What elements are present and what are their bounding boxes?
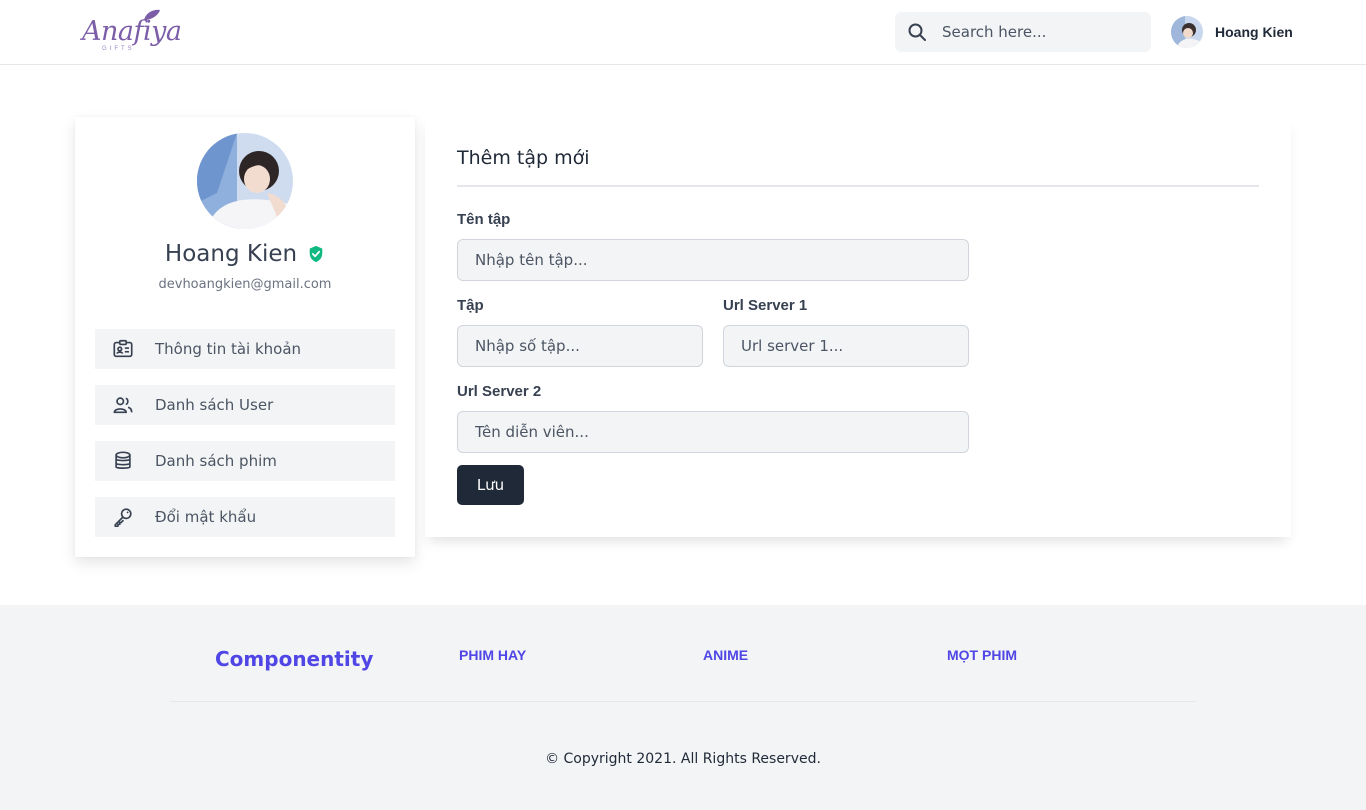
form-divider xyxy=(457,185,1259,187)
footer-divider xyxy=(170,701,1196,702)
profile-name-row: Hoang Kien xyxy=(75,241,415,267)
search-icon xyxy=(908,23,926,41)
menu-item-account-info[interactable]: Thông tin tài khoản xyxy=(95,329,395,369)
url-server-1-label: Url Server 1 xyxy=(723,297,808,314)
user-name: Hoang Kien xyxy=(1215,24,1293,40)
logo-text: Anafiya xyxy=(82,16,182,47)
footer-link-mot-phim[interactable]: MỌT PHIM xyxy=(947,647,1017,663)
profile-name: Hoang Kien xyxy=(164,241,298,267)
search-box[interactable] xyxy=(895,12,1151,52)
form-title: Thêm tập mới xyxy=(457,147,590,169)
user-menu[interactable]: Hoang Kien xyxy=(1171,15,1293,49)
avatar[interactable] xyxy=(1171,16,1203,48)
footer-link-anime[interactable]: ANIME xyxy=(703,647,748,663)
search-input[interactable] xyxy=(935,12,1145,52)
menu-item-change-password[interactable]: Đổi mật khẩu xyxy=(95,497,395,537)
save-button[interactable]: Lưu xyxy=(457,465,524,505)
top-header: Anafiya GIFTS Hoang Kien xyxy=(0,0,1366,65)
users-icon xyxy=(113,397,133,414)
episode-number-input[interactable] xyxy=(457,325,703,367)
menu-label: Thông tin tài khoản xyxy=(155,340,302,358)
footer-link-phim-hay[interactable]: PHIM HAY xyxy=(459,647,526,663)
logo[interactable]: Anafiya GIFTS xyxy=(82,8,182,56)
episode-name-label: Tên tập xyxy=(457,211,511,228)
url-server-2-input[interactable] xyxy=(457,411,969,453)
menu-item-movie-list[interactable]: Danh sách phim xyxy=(95,441,395,481)
menu-item-user-list[interactable]: Danh sách User xyxy=(95,385,395,425)
profile-card: Hoang Kien devhoangkien@gmail.com Thông … xyxy=(75,117,415,557)
id-card-icon xyxy=(113,339,133,358)
key-icon xyxy=(114,508,132,527)
copyright-text: © Copyright 2021. All Rights Reserved. xyxy=(545,751,821,767)
logo-subtitle: GIFTS xyxy=(102,46,135,52)
episode-name-input[interactable] xyxy=(457,239,969,281)
verified-badge-icon xyxy=(309,245,323,263)
url-server-2-label: Url Server 2 xyxy=(457,383,542,400)
episode-number-label: Tập xyxy=(457,297,484,314)
profile-email: devhoangkien@gmail.com xyxy=(158,277,332,292)
menu-label: Danh sách User xyxy=(155,396,274,414)
menu-label: Đổi mật khẩu xyxy=(155,508,257,526)
url-server-1-input[interactable] xyxy=(723,325,969,367)
menu-label: Danh sách phim xyxy=(155,452,277,470)
leaf-icon xyxy=(144,9,160,20)
database-icon xyxy=(115,451,131,469)
add-episode-form: Thêm tập mới Tên tập Tập Url Server 1 Ur… xyxy=(425,117,1291,537)
footer: Componentity PHIM HAY ANIME MỌT PHIM © C… xyxy=(0,605,1366,810)
profile-avatar xyxy=(197,133,293,229)
footer-brand[interactable]: Componentity xyxy=(215,647,373,671)
